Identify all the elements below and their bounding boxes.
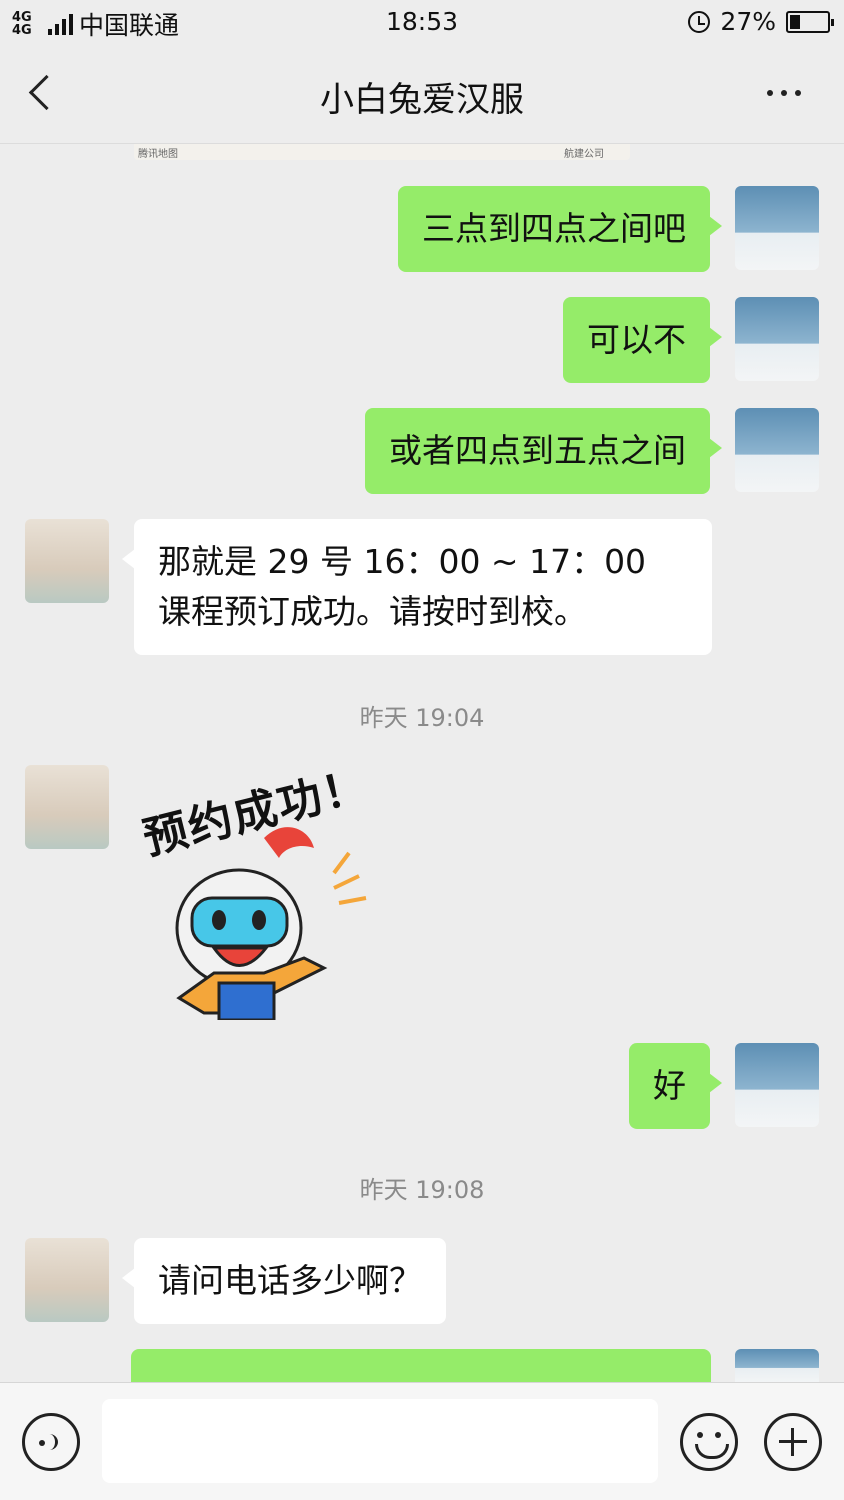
message-input[interactable] xyxy=(102,1399,658,1483)
map-label: 航建公司 xyxy=(564,149,604,160)
chat-title: 小白兔爱汉服 xyxy=(320,80,524,120)
my-avatar[interactable] xyxy=(735,1043,819,1127)
status-right: 27% xyxy=(688,7,834,36)
emoji-icon[interactable] xyxy=(680,1413,738,1471)
battery-icon xyxy=(786,10,834,33)
message-bubble[interactable]: 可以不 xyxy=(563,297,722,383)
my-avatar[interactable] xyxy=(735,1349,819,1383)
my-avatar[interactable] xyxy=(735,186,819,270)
input-bar xyxy=(0,1382,844,1500)
my-avatar[interactable] xyxy=(735,408,819,492)
map-provider: 腾讯地图 xyxy=(138,149,178,160)
timestamp: 昨天 19:04 xyxy=(359,704,485,732)
message-bubble-partial[interactable] xyxy=(131,1349,711,1383)
more-options-icon[interactable] xyxy=(754,78,814,108)
alarm-icon xyxy=(688,10,711,33)
message-bubble[interactable]: 请问电话多少啊？ xyxy=(122,1238,446,1324)
message-bubble[interactable]: 或者四点到五点之间 xyxy=(365,408,722,494)
nav-bar: 小白兔爱汉服 xyxy=(0,44,844,144)
status-bar: 4G 4G 中国联通 18:53 27% xyxy=(0,0,844,44)
my-avatar[interactable] xyxy=(735,297,819,381)
contact-avatar[interactable] xyxy=(25,1238,109,1322)
plus-icon[interactable] xyxy=(764,1413,822,1471)
map-preview[interactable]: 腾讯地图 航建公司 xyxy=(134,144,630,160)
battery-percent: 27% xyxy=(720,7,776,36)
contact-avatar[interactable] xyxy=(25,519,109,603)
sticker-message[interactable]: 预约成功！ xyxy=(134,760,394,1022)
voice-icon[interactable] xyxy=(22,1413,80,1471)
message-bubble[interactable]: 好 xyxy=(629,1043,722,1129)
message-bubble[interactable]: 那就是 29 号 16：00 ~ 17：00 课程预订成功。请按时到校。 xyxy=(122,519,712,655)
timestamp: 昨天 19:08 xyxy=(359,1176,485,1204)
battery-level xyxy=(790,14,800,29)
message-bubble[interactable]: 三点到四点之间吧 xyxy=(398,186,722,272)
contact-avatar[interactable] xyxy=(25,765,109,849)
